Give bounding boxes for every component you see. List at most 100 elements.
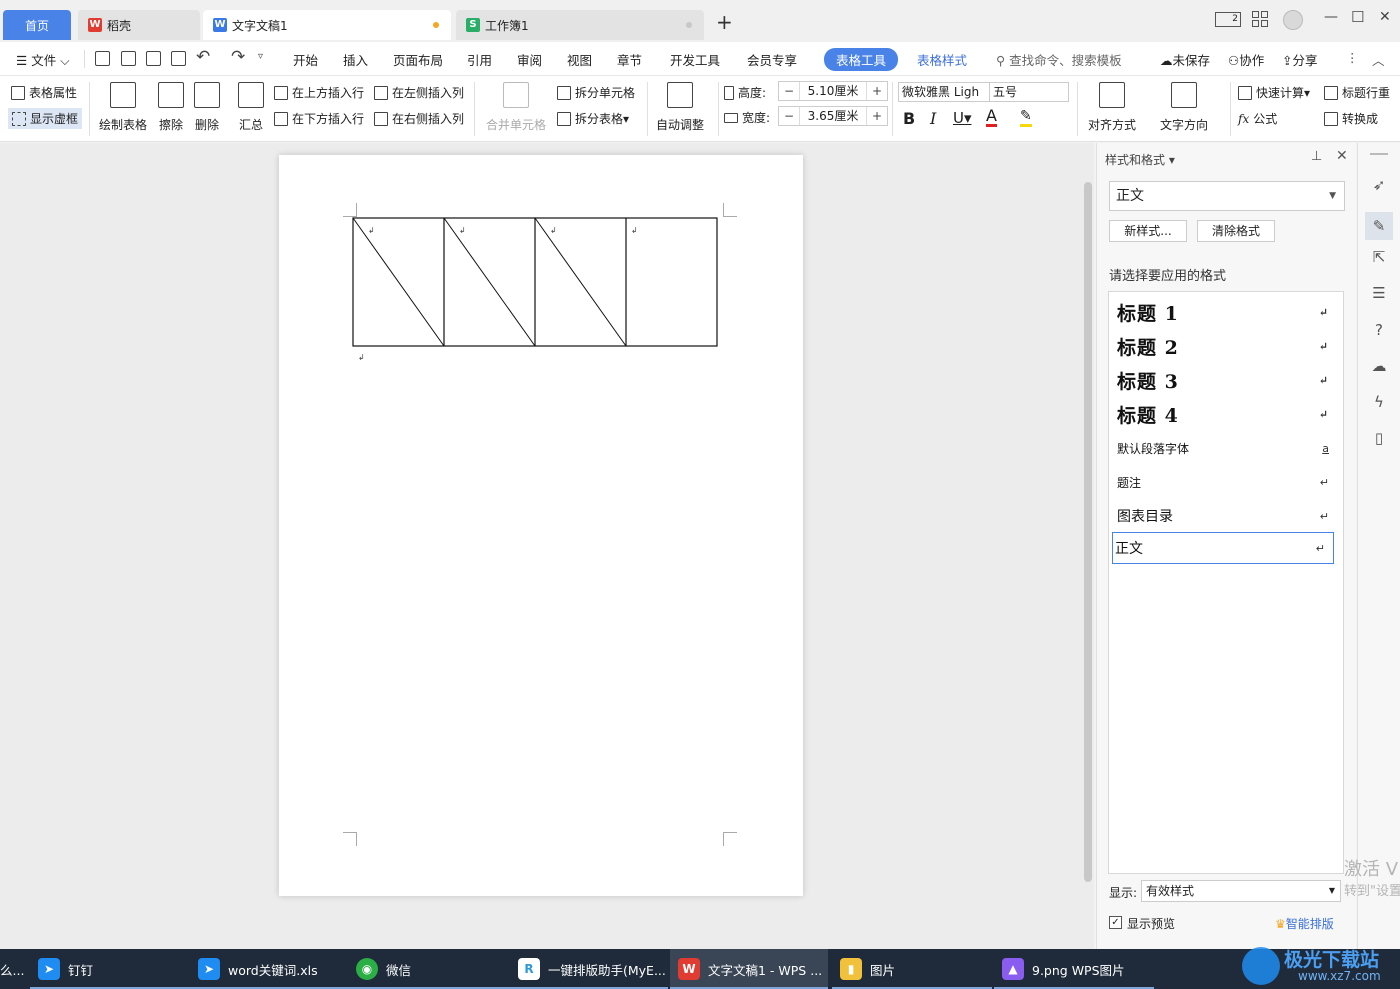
panel-title[interactable]: 样式和格式 ▾ bbox=[1105, 151, 1175, 168]
highlight-button[interactable]: ✎ bbox=[1020, 108, 1032, 127]
insert-col-left-button[interactable]: 在左侧插入列 bbox=[374, 84, 464, 101]
menu-membership[interactable]: 会员专享 bbox=[747, 50, 797, 69]
diagonal-table[interactable]: ↲ ↲ ↲ ↲ bbox=[352, 217, 720, 349]
style-caption[interactable]: 题注 ↵ bbox=[1115, 466, 1337, 498]
font-color-button[interactable]: A bbox=[986, 108, 997, 127]
width-decrease-button[interactable]: − bbox=[779, 109, 799, 123]
minimize-button[interactable]: — bbox=[1324, 9, 1338, 25]
summary-button[interactable]: 汇总 bbox=[238, 82, 264, 133]
taskbar-item-layout-helper[interactable]: R 一键排版助手(MyE... bbox=[510, 949, 668, 989]
smart-layout-button[interactable]: ♛智能排版 bbox=[1275, 915, 1334, 932]
style-heading-1[interactable]: 标题 1 ↵ bbox=[1115, 296, 1337, 328]
maximize-button[interactable]: ☐ bbox=[1351, 8, 1364, 26]
tab-daoke[interactable]: W 稻壳 bbox=[78, 10, 200, 40]
current-style-select[interactable]: 正文 ▼ bbox=[1109, 181, 1345, 211]
menu-review[interactable]: 审阅 bbox=[517, 50, 542, 69]
style-default-paragraph-font[interactable]: 默认段落字体 a bbox=[1115, 432, 1337, 464]
unsaved-button[interactable]: ☁未保存 bbox=[1160, 50, 1210, 69]
height-increase-button[interactable]: + bbox=[867, 84, 887, 98]
taskbar-item-pictures[interactable]: ▮ 图片 bbox=[832, 949, 992, 989]
help-icon[interactable]: ? bbox=[1370, 321, 1388, 339]
user-avatar[interactable] bbox=[1283, 10, 1303, 30]
show-gridlines-button[interactable]: 显示虚框 bbox=[8, 108, 83, 129]
style-normal[interactable]: 正文 ↵ bbox=[1112, 532, 1334, 564]
new-tab-button[interactable]: + bbox=[716, 10, 733, 34]
tab-workbook[interactable]: S 工作簿1 bbox=[456, 10, 704, 40]
menu-references[interactable]: 引用 bbox=[467, 50, 492, 69]
draw-table-button[interactable]: 绘制表格 bbox=[99, 82, 147, 133]
menu-start[interactable]: 开始 bbox=[293, 50, 318, 69]
bold-button[interactable]: B bbox=[903, 109, 915, 128]
height-decrease-button[interactable]: − bbox=[779, 84, 799, 98]
taskbar-item-dingtalk[interactable]: ➤ 钉钉 bbox=[30, 949, 190, 989]
menu-developer[interactable]: 开发工具 bbox=[670, 50, 720, 69]
style-heading-2[interactable]: 标题 2 ↵ bbox=[1115, 330, 1337, 362]
new-style-button[interactable]: 新样式... bbox=[1109, 220, 1187, 242]
table-properties-button[interactable]: 表格属性 bbox=[11, 84, 77, 101]
file-menu[interactable]: ☰ 文件 ⌵ bbox=[16, 50, 70, 69]
delete-button[interactable]: 删除 bbox=[194, 82, 220, 133]
menu-table-style[interactable]: 表格样式 bbox=[917, 50, 967, 69]
menu-chapter[interactable]: 章节 bbox=[617, 50, 642, 69]
align-button[interactable]: 对齐方式 bbox=[1088, 82, 1136, 133]
window-layout-icon[interactable]: 2 bbox=[1215, 12, 1241, 27]
panel-close-icon[interactable]: ✕ bbox=[1336, 148, 1348, 164]
quick-calc-button[interactable]: 快速计算 ▾ bbox=[1238, 84, 1310, 101]
share-button[interactable]: ⇪分享 bbox=[1282, 50, 1318, 69]
search-command[interactable]: ⚲ 查找命令、搜索模板 bbox=[996, 50, 1122, 69]
undo-icon[interactable]: ↶ bbox=[196, 47, 210, 67]
taskbar-item-xls[interactable]: ➤ word关键词.xls bbox=[190, 949, 348, 989]
collaborate-button[interactable]: ⚇协作 bbox=[1228, 50, 1264, 69]
book-icon[interactable]: ▯ bbox=[1370, 429, 1388, 447]
menu-page-layout[interactable]: 页面布局 bbox=[393, 50, 443, 69]
tab-home[interactable]: 首页 bbox=[3, 10, 71, 40]
style-heading-4[interactable]: 标题 4 ↵ bbox=[1115, 398, 1337, 430]
split-table-button[interactable]: 拆分表格 ▾ bbox=[557, 110, 629, 127]
tab-close-dot-icon[interactable] bbox=[686, 22, 692, 28]
print-icon[interactable] bbox=[146, 51, 161, 66]
width-stepper[interactable]: −3.65厘米 + bbox=[778, 106, 888, 126]
taskbar-stub[interactable]: 么... bbox=[0, 949, 30, 989]
document-page[interactable]: ↲ ↲ ↲ ↲ ↲ bbox=[279, 155, 803, 896]
tab-document[interactable]: W 文字文稿1 bbox=[203, 10, 451, 40]
menu-view[interactable]: 视图 bbox=[567, 50, 592, 69]
cloud-backup-icon[interactable]: ☁ bbox=[1370, 357, 1388, 375]
rocket-icon[interactable]: ➶ bbox=[1370, 176, 1388, 194]
app-grid-icon[interactable] bbox=[1252, 11, 1268, 27]
scrollbar-thumb[interactable] bbox=[1084, 182, 1092, 882]
underline-button[interactable]: U▾ bbox=[953, 109, 972, 127]
font-size-select[interactable]: 五号 bbox=[989, 82, 1069, 102]
text-direction-button[interactable]: 文字方向 bbox=[1160, 82, 1208, 133]
italic-button[interactable]: I bbox=[930, 109, 936, 128]
taskbar-item-wechat[interactable]: ◉ 微信 bbox=[348, 949, 510, 989]
save-icon[interactable] bbox=[95, 51, 110, 66]
quick-access-dropdown-icon[interactable]: ▿ bbox=[258, 51, 263, 62]
insert-col-right-button[interactable]: 在右侧插入列 bbox=[374, 110, 464, 127]
export-pdf-icon[interactable] bbox=[121, 51, 136, 66]
split-cells-button[interactable]: 拆分单元格 bbox=[557, 84, 635, 101]
height-value[interactable]: 5.10厘米 bbox=[799, 82, 867, 100]
taskbar-item-wps-pictures[interactable]: ▲ 9.png WPS图片 bbox=[994, 949, 1154, 989]
style-heading-3[interactable]: 标题 3 ↵ bbox=[1115, 364, 1337, 396]
print-preview-icon[interactable] bbox=[171, 51, 186, 66]
header-repeat-button[interactable]: 标题行重 bbox=[1324, 84, 1390, 101]
zap-icon[interactable]: ϟ bbox=[1370, 393, 1388, 411]
show-preview-checkbox[interactable]: ✓ bbox=[1109, 916, 1122, 929]
menu-insert[interactable]: 插入 bbox=[343, 50, 368, 69]
redo-icon[interactable]: ↷ bbox=[231, 47, 245, 67]
clear-format-button[interactable]: 清除格式 bbox=[1197, 220, 1275, 242]
erase-button[interactable]: 擦除 bbox=[158, 82, 184, 133]
menu-table-tools[interactable]: 表格工具 bbox=[824, 48, 899, 71]
show-filter-select[interactable]: 有效样式 ▼ bbox=[1141, 880, 1341, 902]
convert-button[interactable]: 转换成 bbox=[1324, 110, 1378, 127]
style-table-of-figures[interactable]: 图表目录 ↵ bbox=[1115, 500, 1337, 532]
insert-row-above-button[interactable]: 在上方插入行 bbox=[274, 84, 364, 101]
sliders-icon[interactable]: ☰ bbox=[1370, 284, 1388, 302]
more-options-icon[interactable]: ⋮ bbox=[1346, 50, 1359, 65]
taskbar-item-wps-writer[interactable]: W 文字文稿1 - WPS ... bbox=[670, 949, 828, 989]
width-increase-button[interactable]: + bbox=[867, 109, 887, 123]
width-value[interactable]: 3.65厘米 bbox=[799, 107, 867, 125]
collapse-ribbon-icon[interactable]: ︿ bbox=[1372, 50, 1385, 69]
font-name-select[interactable]: 微软雅黑 Ligh bbox=[898, 82, 990, 102]
height-stepper[interactable]: −5.10厘米 + bbox=[778, 81, 888, 101]
